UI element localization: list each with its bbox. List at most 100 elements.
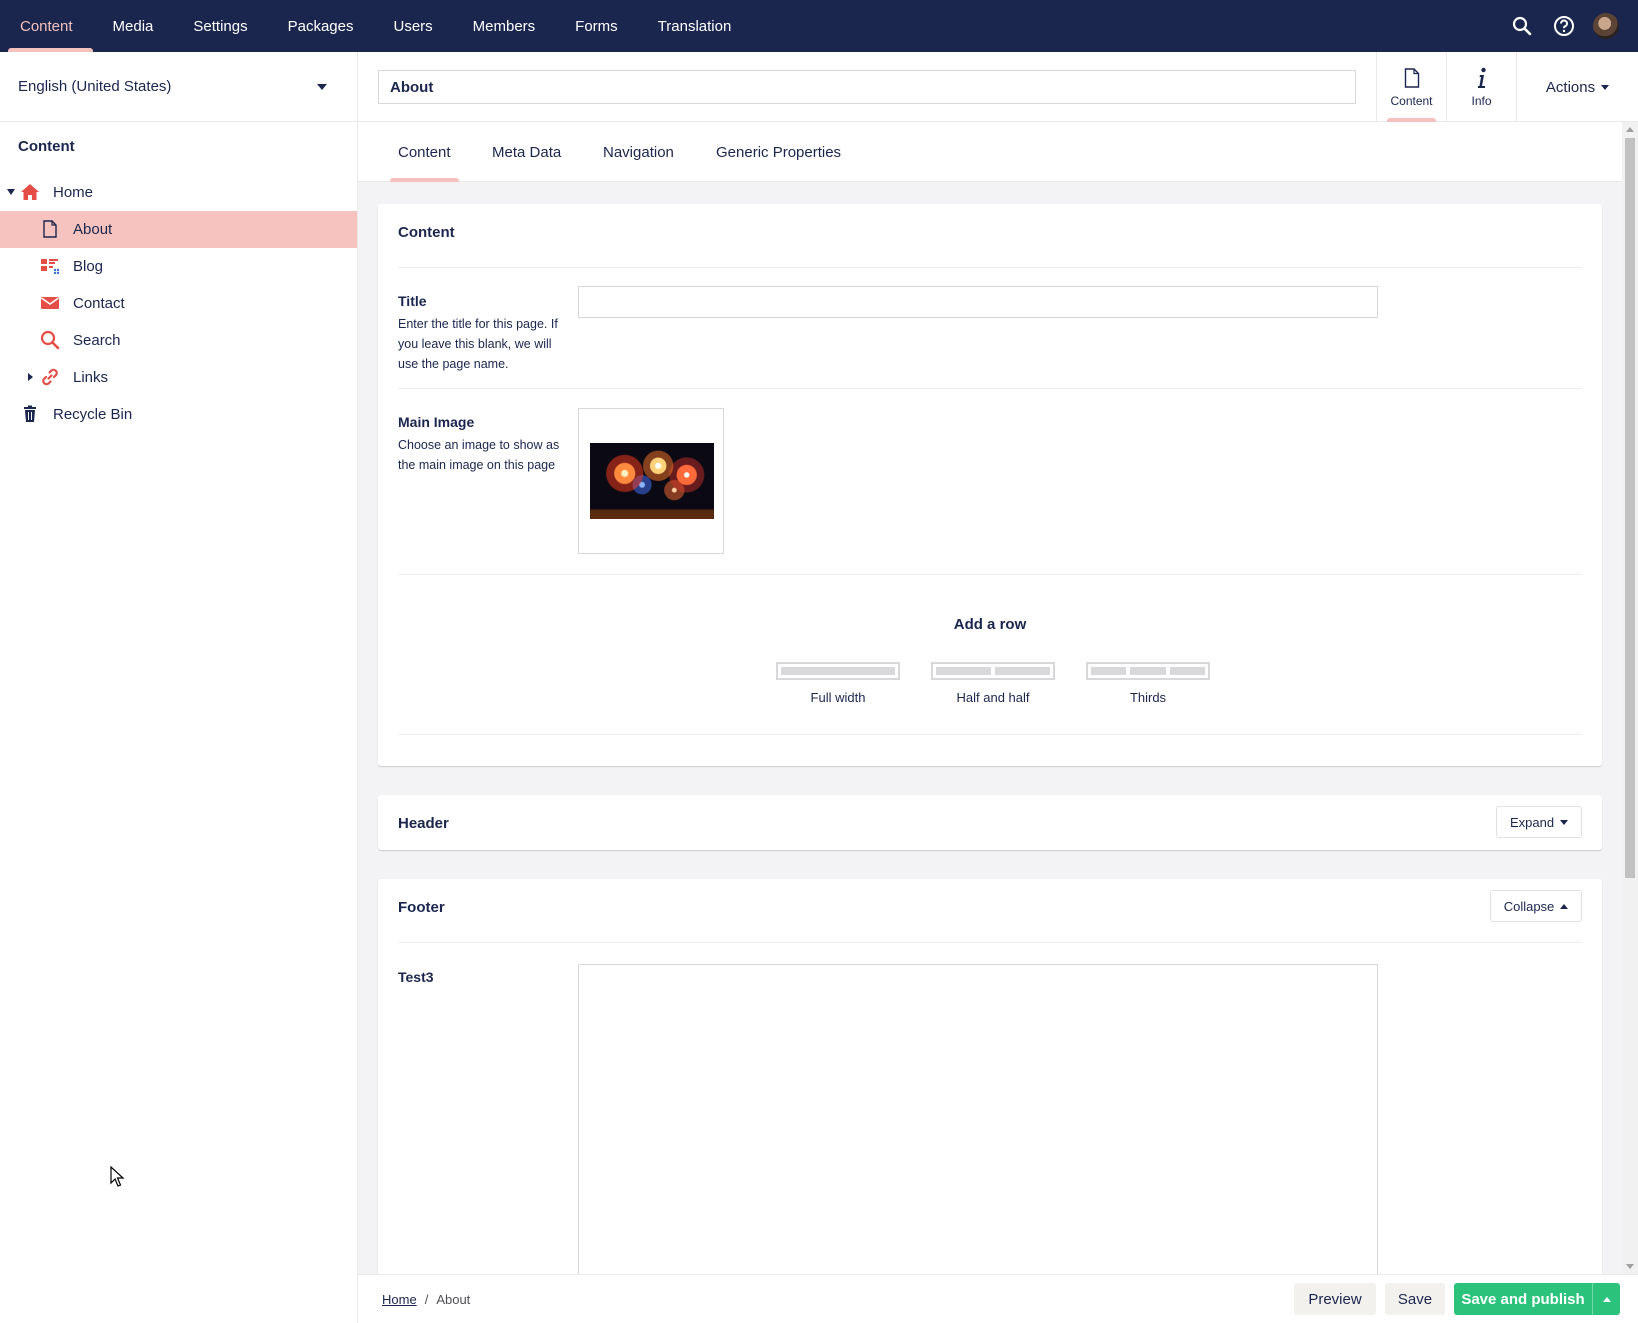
tab-generic-properties[interactable]: Generic Properties <box>716 122 841 182</box>
layout-label: Thirds <box>1129 690 1167 705</box>
tree-item-search[interactable]: Search <box>0 322 357 359</box>
footer-group-panel: Footer Collapse Test3 <box>378 879 1602 1274</box>
caret-up-icon <box>1602 1296 1611 1302</box>
node-name-input[interactable]: About <box>378 70 1356 104</box>
home-icon <box>20 182 40 202</box>
tree-section-title: Content <box>18 138 75 155</box>
caret-down-icon <box>1560 819 1569 825</box>
mouse-cursor-icon <box>110 1166 125 1187</box>
layout-full-width[interactable]: Full width <box>776 662 900 705</box>
info-icon <box>1477 66 1487 90</box>
section-nav: Content Media Settings Packages Users Me… <box>0 0 751 52</box>
tree-item-label: Blog <box>73 258 104 275</box>
app-tab-content[interactable]: Content <box>1376 52 1446 122</box>
layout-label: Full width <box>810 690 866 705</box>
culture-selector[interactable]: English (United States) <box>0 52 357 122</box>
main-scrollbar[interactable] <box>1622 122 1638 1274</box>
layout-preview-icon <box>776 662 900 680</box>
document-icon <box>1404 66 1420 90</box>
nav-users[interactable]: Users <box>373 0 452 52</box>
scroll-up-arrow-icon[interactable] <box>1626 127 1634 132</box>
nav-translation[interactable]: Translation <box>638 0 752 52</box>
tree-item-links[interactable]: Links <box>0 359 357 396</box>
user-avatar[interactable] <box>1588 8 1624 44</box>
scroll-down-arrow-icon[interactable] <box>1626 1264 1634 1269</box>
panel-title: Content <box>398 224 455 241</box>
breadcrumb-home-link[interactable]: Home <box>382 1292 417 1307</box>
title-input[interactable] <box>578 286 1378 318</box>
breadcrumb-current: About <box>436 1292 471 1307</box>
save-button[interactable]: Save <box>1385 1283 1445 1315</box>
test3-property-label: Test3 <box>398 969 434 985</box>
caret-down-icon[interactable] <box>7 189 15 195</box>
caret-right-icon[interactable] <box>28 373 33 381</box>
divider <box>398 942 1582 943</box>
blog-icon <box>40 256 60 276</box>
nav-packages[interactable]: Packages <box>268 0 374 52</box>
tree-item-blog[interactable]: Blog <box>0 248 357 285</box>
actions-dropdown[interactable]: Actions <box>1516 52 1638 122</box>
search-icon[interactable] <box>1504 8 1540 44</box>
content-tabs: Content Meta Data Navigation Generic Pro… <box>358 122 1622 182</box>
header-group-panel: Header Expand <box>378 795 1602 850</box>
panel-title: Header <box>398 815 449 832</box>
help-icon[interactable] <box>1546 8 1582 44</box>
tab-navigation[interactable]: Navigation <box>603 122 674 182</box>
culture-label: English (United States) <box>18 78 172 95</box>
layout-preview-icon <box>1086 662 1210 680</box>
tree-item-label: Links <box>73 369 109 386</box>
link-icon <box>40 367 60 387</box>
editor-footer-bar: Home / About Preview Save Save and publi… <box>358 1274 1638 1323</box>
divider <box>398 388 1582 389</box>
tree-item-label: About <box>73 221 113 238</box>
tree-item-about[interactable]: About <box>0 211 357 248</box>
tree-item-contact[interactable]: Contact <box>0 285 357 322</box>
test3-textarea[interactable] <box>578 964 1378 1274</box>
divider <box>398 574 1582 575</box>
content-group-panel: Content Title Enter the title for this p… <box>378 204 1602 766</box>
editor-main: Content Meta Data Navigation Generic Pro… <box>358 122 1622 1274</box>
add-row-title: Add a row <box>953 616 1027 633</box>
scrollbar-thumb[interactable] <box>1625 138 1635 878</box>
trash-icon <box>20 404 40 424</box>
chevron-down-icon <box>317 83 327 90</box>
preview-button[interactable]: Preview <box>1294 1283 1376 1315</box>
media-picker-item[interactable] <box>578 408 724 554</box>
save-and-publish-button[interactable]: Save and publish <box>1454 1283 1592 1315</box>
tab-meta-data[interactable]: Meta Data <box>492 122 561 182</box>
main-image-property-label: Main Image <box>398 414 475 430</box>
app-tab-label: Content <box>1390 94 1433 108</box>
expand-label: Expand <box>1509 814 1555 830</box>
layout-thirds[interactable]: Thirds <box>1086 662 1210 705</box>
top-navigation-bar: Content Media Settings Packages Users Me… <box>0 0 1638 52</box>
chevron-down-icon <box>1601 84 1610 90</box>
nav-members[interactable]: Members <box>453 0 556 52</box>
collapse-button[interactable]: Collapse <box>1490 890 1582 922</box>
nav-media[interactable]: Media <box>93 0 174 52</box>
breadcrumb-separator: / <box>424 1292 429 1307</box>
tab-content[interactable]: Content <box>390 122 459 182</box>
divider <box>398 267 1582 268</box>
panel-title: Footer <box>398 899 445 916</box>
expand-button[interactable]: Expand <box>1496 806 1582 838</box>
tree-item-label: Recycle Bin <box>53 406 133 423</box>
title-property-label: Title <box>398 293 427 309</box>
actions-label: Actions <box>1545 78 1596 96</box>
nav-settings[interactable]: Settings <box>173 0 267 52</box>
layout-half-and-half[interactable]: Half and half <box>931 662 1055 705</box>
title-property-description: Enter the title for this page. If you le… <box>398 317 558 371</box>
layout-preview-icon <box>931 662 1055 680</box>
app-tab-info[interactable]: Info <box>1446 52 1516 122</box>
topbar-tools <box>1504 0 1638 52</box>
divider <box>398 734 1582 735</box>
nav-content[interactable]: Content <box>0 0 93 52</box>
search-icon <box>40 330 60 350</box>
publish-options-toggle[interactable] <box>1592 1283 1620 1315</box>
fireworks-image <box>590 443 714 519</box>
content-tree-panel: English (United States) Content Home Abo… <box>0 52 358 1323</box>
nav-forms[interactable]: Forms <box>555 0 638 52</box>
document-icon <box>40 219 60 239</box>
tree-item-home[interactable]: Home <box>0 174 357 211</box>
tree-item-recycle-bin[interactable]: Recycle Bin <box>0 396 357 433</box>
tree-item-label: Home <box>53 184 94 201</box>
